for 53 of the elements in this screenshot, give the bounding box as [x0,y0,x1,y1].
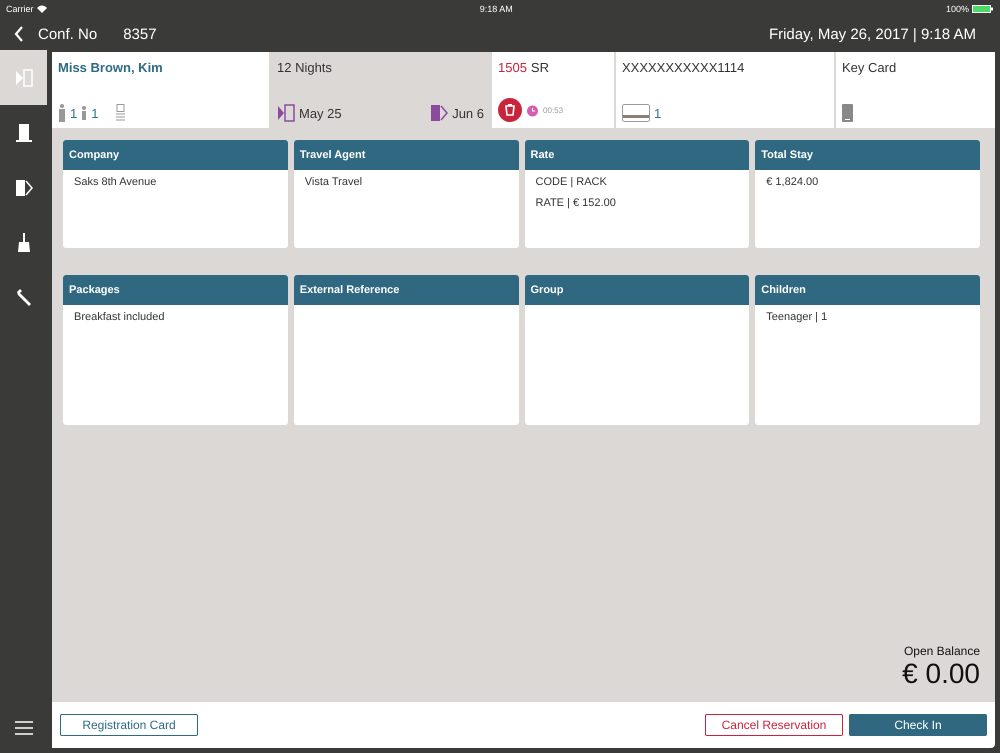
action-button[interactable]: Check In [849,714,987,736]
open-balance-label: Open Balance [904,644,980,658]
timer-reading: 00:53 [543,106,564,114]
departure-date: Jun 6 [452,106,484,120]
check-in-door-icon [14,68,34,88]
header-datetime: Friday, May 26, 2017 | 9:18 AM [768,26,976,42]
arrival-door-icon [277,104,295,122]
card-line: CODE | RACK [534,175,608,188]
credit-card-icon [622,104,650,122]
card-line: Breakfast included [73,310,166,323]
guest-name: Miss Brown, Kim [58,60,164,75]
card-title: External Reference [294,275,518,305]
action-button[interactable]: Registration Card [60,714,198,736]
card-title: Packages [63,275,288,305]
battery-percent: 100% [946,4,969,14]
menu-icon[interactable] [14,721,32,735]
broom-icon [16,232,32,252]
children-count: 1 [91,106,98,120]
card-line: RATE | € 152.00 [534,196,617,209]
adults-count: 1 [70,106,78,120]
conf-number: 8357 [123,26,157,42]
carrier-label: Carrier [6,4,34,14]
card-line: Vista Travel [304,175,364,188]
status-time: 9:18 AM [480,4,513,14]
door-icon [16,122,32,142]
card-number: XXXXXXXXXXX1114 [622,60,746,75]
card-line: Saks 8th Avenue [73,175,158,188]
card-title: Group [524,275,750,305]
arrival-date: May 25 [299,106,342,120]
room-type: SR [530,60,549,75]
back-icon[interactable] [14,26,24,42]
battery-icon [972,5,994,13]
phone-icon [842,104,853,122]
room-number: 1505 [498,60,527,75]
departure-door-icon [430,104,448,122]
card-title: Company [63,140,288,170]
card-count: 1 [654,106,662,120]
card-title: Rate [524,140,750,170]
open-balance-amount: € 0.00 [902,658,980,690]
nights-count: 12 Nights [277,60,333,75]
action-button[interactable]: Cancel Reservation [705,714,843,736]
card-line: € 1,824.00 [765,175,820,188]
card-title: Total Stay [755,140,980,170]
check-out-door-icon [14,178,34,198]
card-line: Teenager | 1 [765,310,828,323]
card-title: Children [755,275,980,305]
trash-icon[interactable] [498,98,522,122]
card-title: Travel Agent [294,140,518,170]
conf-no-label: Conf. No [38,26,98,42]
key-card-label: Key Card [842,60,898,75]
alarm-clock-icon [526,104,539,116]
id-card-icon [116,104,126,122]
wifi-icon [36,5,47,13]
